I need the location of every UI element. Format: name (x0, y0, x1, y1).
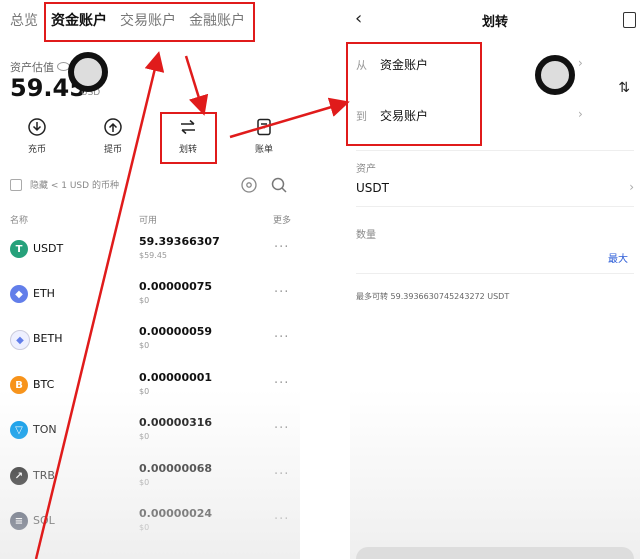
swap-icon[interactable]: ⇅ (618, 80, 630, 96)
asset-symbol: ETH (33, 287, 55, 300)
asset-row-eth[interactable]: ◆ ETH 0.00000075 $0 ··· (0, 273, 300, 317)
asset-amount: 0.00000316 (139, 416, 213, 429)
confirm-button[interactable] (356, 547, 634, 559)
eth-icon: ◆ (10, 285, 28, 303)
highlight-account-tabs (44, 2, 255, 42)
divider-gap (300, 0, 350, 559)
withdraw-button[interactable]: 提币 (88, 115, 138, 155)
more-icon[interactable]: ··· (274, 330, 289, 345)
asset-symbol: TRB (33, 469, 55, 482)
asset-usd-value: $0 (139, 523, 150, 532)
asset-row-trb[interactable]: ↗ TRB 0.00000068 $0 ··· (0, 455, 300, 499)
ton-icon: ▽ (10, 421, 28, 439)
asset-amount: 0.00000075 (139, 280, 213, 293)
asset-usd-value: $0 (139, 341, 150, 350)
more-icon[interactable]: ··· (274, 512, 289, 527)
funding-account-screen: 总览 资金账户 交易账户 金融账户 资产估值 59.45 USD 充币 提币 划… (0, 0, 300, 559)
highlight-transfer-button (160, 112, 217, 164)
asset-valuation-label-row: 资产估值 (10, 56, 70, 75)
asset-row-ton[interactable]: ▽ TON 0.00000316 $0 ··· (0, 409, 300, 453)
settings-icon[interactable] (240, 176, 258, 198)
withdraw-label: 提币 (103, 145, 122, 155)
asset-selector[interactable]: USDT › (350, 176, 640, 202)
asset-amount: 0.00000059 (139, 325, 213, 338)
sol-icon: ≡ (10, 512, 28, 530)
asset-usd-value: $0 (139, 432, 150, 441)
asset-usd-value: $59.45 (139, 251, 167, 260)
withdraw-icon (88, 115, 138, 139)
deposit-button[interactable]: 充币 (12, 115, 62, 155)
asset-symbol: TON (33, 423, 57, 436)
asset-symbol: USDT (33, 242, 64, 255)
usdt-icon: T (10, 240, 28, 258)
column-more: 更多 (273, 216, 292, 226)
search-icon[interactable] (270, 176, 288, 198)
asset-amount: 59.39366307 (139, 235, 220, 248)
bill-icon (239, 115, 289, 139)
hide-small-label: 隐藏 < 1 USD 的币种 (30, 181, 119, 191)
asset-valuation-label: 资产估值 (10, 61, 54, 74)
asset-row-beth[interactable]: ◆ BETH 0.00000059 $0 ··· (0, 318, 300, 362)
asset-value: USDT (356, 181, 389, 195)
column-name: 名称 (10, 216, 29, 226)
trb-icon: ↗ (10, 467, 28, 485)
max-button[interactable]: 最大 (608, 250, 628, 265)
more-icon[interactable]: ··· (274, 376, 289, 391)
hide-small-checkbox[interactable] (10, 179, 22, 191)
bottom-fade (350, 389, 640, 559)
record-icon[interactable] (623, 12, 636, 28)
touch-indicator (68, 52, 108, 92)
deposit-label: 充币 (27, 145, 46, 155)
column-available: 可用 (139, 216, 158, 226)
tab-overview[interactable]: 总览 (10, 10, 38, 30)
filter-row: 隐藏 < 1 USD 的币种 (10, 176, 290, 196)
more-icon[interactable]: ··· (274, 240, 289, 255)
more-icon[interactable]: ··· (274, 467, 289, 482)
bill-label: 账单 (254, 145, 273, 155)
amount-input[interactable]: 最大 (350, 242, 640, 272)
max-transfer-info: 最多可转 59.3936630745243272 USDT (356, 291, 509, 302)
divider (356, 150, 634, 151)
asset-row-sol[interactable]: ≡ SOL 0.00000024 $0 ··· (0, 500, 300, 544)
highlight-from-to (346, 42, 482, 146)
more-icon[interactable]: ··· (274, 421, 289, 436)
more-icon[interactable]: ··· (274, 285, 289, 300)
chevron-right-icon: › (629, 180, 634, 194)
asset-label: 资产 (356, 164, 376, 175)
asset-usd-value: $0 (139, 478, 150, 487)
chevron-right-icon: › (578, 56, 583, 70)
amount-label: 数量 (356, 230, 376, 241)
asset-symbol: SOL (33, 514, 55, 527)
btc-icon: B (10, 376, 28, 394)
asset-symbol: BTC (33, 378, 55, 391)
asset-usd-value: $0 (139, 387, 150, 396)
touch-indicator (535, 55, 575, 95)
chevron-right-icon: › (578, 107, 583, 121)
asset-amount: 0.00000001 (139, 371, 213, 384)
asset-row-usdt[interactable]: T USDT 59.39366307 $59.45 ··· (0, 228, 300, 272)
deposit-icon (12, 115, 62, 139)
divider (356, 206, 634, 207)
asset-amount: 0.00000024 (139, 507, 213, 520)
max-transfer-label: 最多可转 (356, 292, 388, 301)
beth-icon: ◆ (10, 330, 30, 350)
bill-button[interactable]: 账单 (239, 115, 289, 155)
asset-row-btc[interactable]: B BTC 0.00000001 $0 ··· (0, 364, 300, 408)
max-transfer-value: 59.3936630745243272 USDT (390, 292, 510, 301)
asset-symbol: BETH (33, 332, 63, 345)
page-title: 划转 (481, 15, 508, 30)
asset-usd-value: $0 (139, 296, 150, 305)
divider (356, 273, 634, 274)
asset-amount: 0.00000068 (139, 462, 213, 475)
